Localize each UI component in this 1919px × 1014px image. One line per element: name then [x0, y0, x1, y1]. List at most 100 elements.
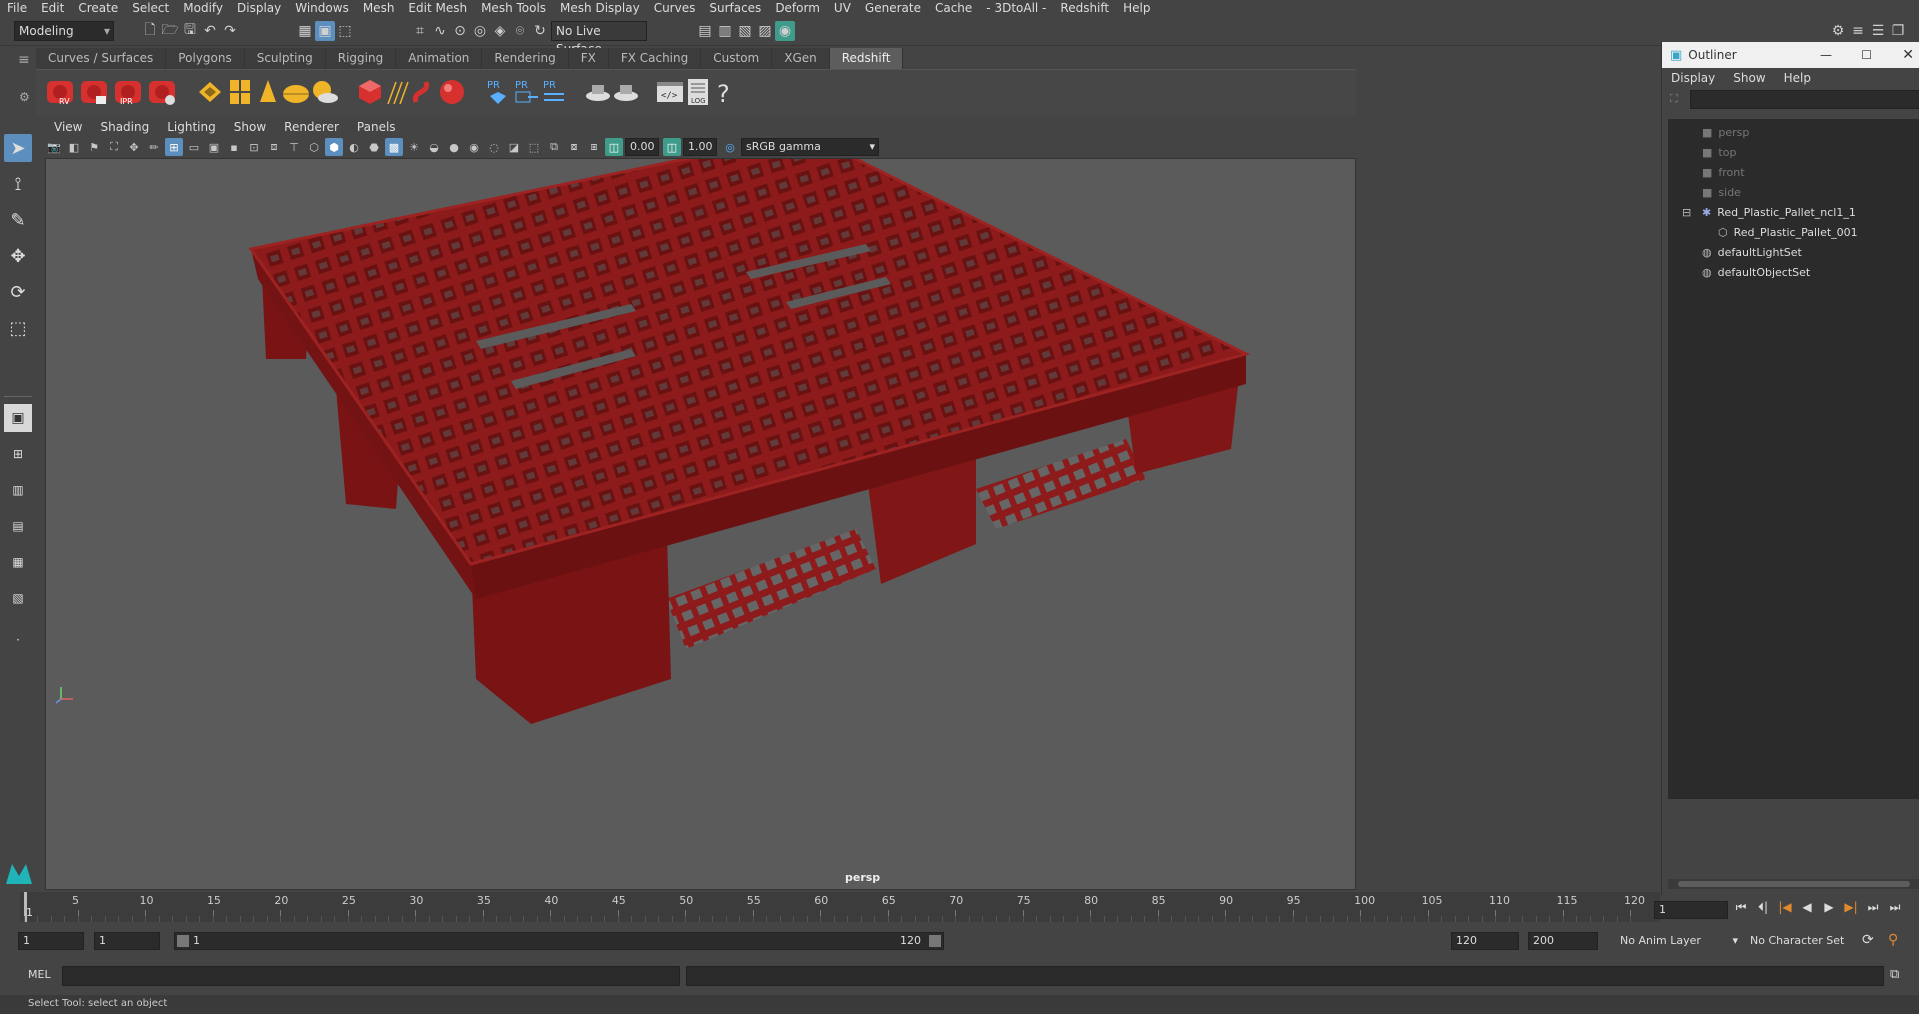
menu-create[interactable]: Create [71, 0, 125, 17]
hypershade-icon[interactable]: ◉ [775, 21, 795, 41]
anim-prefs-icon[interactable]: ⟳ [1862, 932, 1874, 948]
range-end-handle[interactable] [929, 935, 941, 947]
select-component-icon[interactable]: ⬚ [335, 21, 355, 41]
save-scene-icon[interactable]: 🖫 [180, 21, 200, 41]
exposure-field[interactable]: 0.00 [625, 138, 659, 156]
step-forward-frame-icon[interactable]: ▶| [1840, 900, 1862, 915]
xray-joints-icon[interactable]: ⧆ [585, 138, 603, 156]
minimize-icon[interactable]: — [1820, 48, 1832, 62]
grease-pencil-icon[interactable]: ✏ [145, 138, 163, 156]
snap-projected-icon[interactable]: ◎ [470, 21, 490, 41]
scale-tool-icon[interactable]: ⬚ [4, 314, 32, 342]
shelf-menu-icon[interactable]: ≡ [18, 52, 30, 68]
outliner-item[interactable]: ⊟ ✱ Red_Plastic_Pallet_ncl1_1 [1682, 203, 1856, 223]
shelf-tab-animation[interactable]: Animation [396, 48, 483, 69]
shelf-tab-rendering[interactable]: Rendering [482, 48, 569, 69]
menu-mesh[interactable]: Mesh [356, 0, 402, 17]
menu-3dtoall[interactable]: - 3DtoAll - [979, 0, 1053, 17]
step-back-frame-icon[interactable]: |◀ [1774, 900, 1796, 915]
menu-cache[interactable]: Cache [928, 0, 979, 17]
anim-layer-dropdown[interactable]: No Anim Layer ▾ [1620, 932, 1740, 950]
safe-action-icon[interactable]: ⧈ [265, 138, 283, 156]
cmd-language-label[interactable]: MEL [28, 968, 51, 981]
undo-icon[interactable]: ↶ [200, 21, 220, 41]
make-live-icon[interactable]: ⌾ [510, 21, 530, 41]
snap-view-plane-icon[interactable]: ◈ [490, 21, 510, 41]
menu-redshift[interactable]: Redshift [1053, 0, 1116, 17]
image-plane-icon[interactable]: ⛶ [105, 138, 123, 156]
isolate-select-icon[interactable]: ⬚ [525, 138, 543, 156]
maximize-icon[interactable]: ☐ [1861, 48, 1872, 62]
render-view-icon[interactable]: ▤ [695, 21, 715, 41]
uv-editor-layout-icon[interactable]: ▧ [4, 584, 32, 612]
play-forwards-icon[interactable]: ▶ [1818, 900, 1840, 915]
film-gate-icon[interactable]: ▭ [185, 138, 203, 156]
menu-edit[interactable]: Edit [34, 0, 71, 17]
playback-start-field[interactable]: 1 [94, 932, 160, 950]
rotate-tool-icon[interactable]: ⟳ [4, 278, 32, 306]
proxy-icon[interactable] [194, 76, 226, 108]
range-slider[interactable]: 1 120 [174, 932, 944, 950]
render-settings-icon[interactable]: ▨ [755, 21, 775, 41]
persp-graph-layout-icon[interactable]: ▤ [4, 512, 32, 540]
character-set-dropdown[interactable]: No Character Set [1750, 932, 1860, 950]
start-time-field[interactable]: 1 [18, 932, 84, 950]
menu-help[interactable]: Help [1116, 0, 1157, 17]
cmd-input[interactable] [62, 966, 680, 986]
step-back-key-icon[interactable]: ⏴︎| [1752, 900, 1774, 915]
outliner-item[interactable]: ■ side [1702, 183, 1741, 203]
xray-active-icon[interactable]: ⧇ [565, 138, 583, 156]
select-hierarchy-icon[interactable]: ▦ [295, 21, 315, 41]
field-chart-icon[interactable]: ⊡ [245, 138, 263, 156]
open-scene-icon[interactable]: 🗁 [160, 21, 180, 41]
smooth-shade-icon[interactable]: ⬢ [325, 138, 343, 156]
outliner-item[interactable]: ■ top [1702, 143, 1736, 163]
colorspace-dropdown[interactable]: sRGB gamma ▾ [741, 138, 879, 156]
ipr-render-icon[interactable]: ▧ [735, 21, 755, 41]
outliner-item[interactable]: ◍ defaultObjectSet [1702, 263, 1810, 283]
playback-end-field[interactable]: 120 [1451, 932, 1519, 950]
panel-menu-lighting[interactable]: Lighting [158, 118, 225, 136]
outliner-item[interactable]: ■ front [1702, 163, 1745, 183]
hypershade-layout-icon[interactable]: ▦ [4, 548, 32, 576]
material-sphere-icon[interactable] [436, 76, 468, 108]
snap-curve-icon[interactable]: ∿ [430, 21, 450, 41]
pr-transfer-icon[interactable]: PR [538, 76, 570, 108]
single-perspective-layout-icon[interactable]: ▣ [4, 404, 32, 432]
panel-menu-view[interactable]: View [45, 118, 91, 136]
go-to-end-icon[interactable]: ⏭ [1884, 900, 1906, 915]
shelf-tab-polygons[interactable]: Polygons [166, 48, 245, 69]
outliner-item[interactable]: ⬡ Red_Plastic_Pallet_001 [1718, 223, 1858, 243]
shelf-tab-fx[interactable]: FX [568, 48, 609, 69]
menu-deform[interactable]: Deform [768, 0, 827, 17]
shelf-tab-xgen[interactable]: XGen [772, 48, 830, 69]
motion-blur-icon[interactable]: ◉ [465, 138, 483, 156]
anti-aliasing-icon[interactable]: ◌ [485, 138, 503, 156]
more-layouts-icon[interactable]: · [4, 626, 32, 654]
color-management-icon[interactable]: ◎ [721, 138, 739, 156]
wireframe-icon[interactable]: ⬡ [305, 138, 323, 156]
bookmark-icon[interactable]: ⚑ [85, 138, 103, 156]
outliner-scrollbar[interactable] [1668, 879, 1919, 889]
outliner-item[interactable]: ◍ defaultLightSet [1702, 243, 1802, 263]
scroll-thumb[interactable] [1678, 881, 1910, 887]
xray-icon[interactable]: ⧉ [545, 138, 563, 156]
outliner-menu-display[interactable]: Display [1662, 71, 1724, 85]
paint-select-tool-icon[interactable]: ✎ [4, 206, 32, 234]
menu-display[interactable]: Display [230, 0, 288, 17]
time-slider[interactable]: 1 5 10 15 20 25 30 35 40 45 50 55 60 65 70 75 80 85 90 95 1… [20, 892, 1660, 922]
shelf-tab-fx-caching[interactable]: FX Caching [608, 48, 702, 69]
screen-space-ao-icon[interactable]: ● [445, 138, 463, 156]
depth-of-field-icon[interactable]: ◪ [505, 138, 523, 156]
menu-surfaces[interactable]: Surfaces [702, 0, 768, 17]
workspace-dropdown[interactable]: Modeling ▾ [14, 21, 114, 41]
outliner-menu-help[interactable]: Help [1775, 71, 1820, 85]
shelf-tab-custom[interactable]: Custom [701, 48, 773, 69]
step-forward-key-icon[interactable]: ⏭ [1862, 900, 1884, 915]
panel-menu-renderer[interactable]: Renderer [275, 118, 348, 136]
history-icon[interactable]: ↻ [530, 21, 550, 41]
outliner-filter-icon[interactable]: ⛶ [1670, 92, 1678, 106]
move-tool-icon[interactable]: ✥ [4, 242, 32, 270]
menu-mesh-tools[interactable]: Mesh Tools [474, 0, 553, 17]
sun-sky-icon[interactable] [308, 76, 340, 108]
